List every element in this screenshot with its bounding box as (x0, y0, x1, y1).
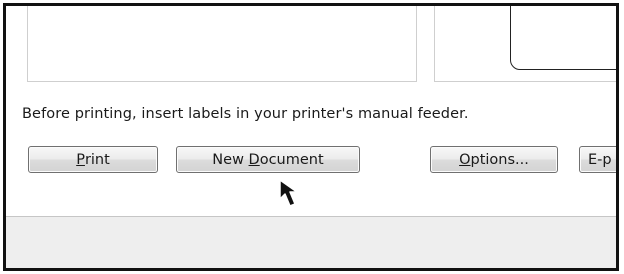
arrow-pointer-icon (279, 179, 298, 207)
options-button[interactable]: Options... (430, 146, 558, 173)
print-button[interactable]: Print (28, 146, 158, 173)
e-postage-label: E-p (588, 151, 612, 168)
print-mnemonic: P (76, 151, 85, 168)
e-postage-button[interactable]: E-p (579, 146, 616, 173)
address-preview-box[interactable] (27, 6, 417, 82)
labels-panel: Before printing, insert labels in your p… (6, 6, 616, 216)
options-mnemonic: O (459, 151, 471, 168)
print-label: rint (84, 151, 110, 168)
label-shape (510, 6, 616, 70)
dialog-footer (6, 216, 616, 268)
printer-hint-text: Before printing, insert labels in your p… (22, 106, 469, 122)
new-document-label-start: New (212, 151, 249, 168)
new-document-label-end: ocument (259, 151, 324, 168)
dialog-frame: Before printing, insert labels in your p… (3, 3, 619, 271)
new-document-button[interactable]: New Document (176, 146, 360, 173)
options-label: ptions... (470, 151, 529, 168)
new-document-mnemonic: D (248, 151, 260, 168)
